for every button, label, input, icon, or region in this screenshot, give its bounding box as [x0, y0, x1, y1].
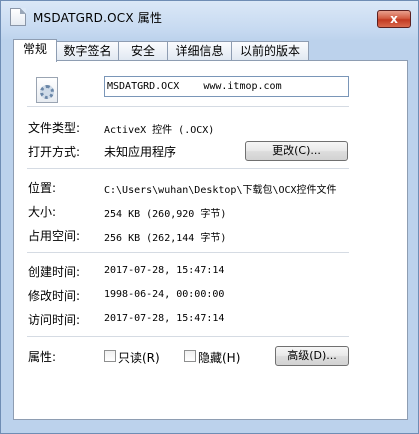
advanced-button[interactable]: 高级(D)... — [275, 346, 349, 366]
accessed-label: 访问时间: — [28, 313, 81, 327]
location-label: 位置: — [28, 181, 57, 195]
modified-label: 修改时间: — [28, 289, 81, 303]
readonly-label[interactable]: 只读(R) — [118, 349, 160, 366]
window-title: MSDATGRD.OCX 属性 — [33, 11, 163, 25]
divider — [27, 106, 349, 107]
size-on-disk-value: 256 KB (262,144 字节) — [104, 233, 227, 244]
divider — [27, 336, 349, 337]
file-icon — [10, 8, 26, 26]
general-panel: MSDATGRD.OCX www.itmop.com 文件类型: ActiveX… — [13, 60, 408, 420]
hidden-checkbox[interactable] — [184, 350, 196, 362]
readonly-checkbox[interactable] — [104, 350, 116, 362]
created-label: 创建时间: — [28, 265, 81, 279]
title-bar[interactable]: MSDATGRD.OCX 属性 x — [1, 1, 418, 31]
location-value: C:\Users\wuhan\Desktop\下载包\OCX控件文件 — [104, 185, 337, 196]
close-button[interactable]: x — [377, 10, 411, 28]
divider — [27, 168, 349, 169]
filename-input[interactable]: MSDATGRD.OCX www.itmop.com — [104, 76, 349, 97]
properties-window: MSDATGRD.OCX 属性 x 常规 数字签名 安全 详细信息 以前的版本 … — [0, 0, 419, 434]
hidden-label[interactable]: 隐藏(H) — [198, 349, 240, 366]
attributes-label: 属性: — [28, 350, 57, 364]
tab-previous-versions[interactable]: 以前的版本 — [231, 41, 309, 61]
tab-details[interactable]: 详细信息 — [167, 41, 232, 61]
gear-icon — [40, 85, 54, 99]
divider — [27, 252, 349, 253]
accessed-value: 2017-07-28, 15:47:14 — [104, 313, 225, 324]
file-type-label: 文件类型: — [28, 121, 81, 135]
tab-digital-signatures[interactable]: 数字签名 — [56, 41, 119, 61]
open-with-label: 打开方式: — [28, 145, 81, 159]
created-value: 2017-07-28, 15:47:14 — [104, 265, 225, 276]
tab-general[interactable]: 常规 — [13, 39, 57, 62]
open-with-value: 未知应用程序 — [104, 145, 177, 159]
size-on-disk-label: 占用空间: — [28, 229, 81, 243]
size-value: 254 KB (260,920 字节) — [104, 209, 227, 220]
change-button[interactable]: 更改(C)... — [245, 141, 348, 161]
file-type-value: ActiveX 控件 (.OCX) — [104, 125, 215, 136]
modified-value: 1998-06-24, 00:00:00 — [104, 289, 225, 300]
activex-gear-file-icon — [36, 77, 58, 103]
tab-security[interactable]: 安全 — [118, 41, 168, 61]
size-label: 大小: — [28, 205, 57, 219]
